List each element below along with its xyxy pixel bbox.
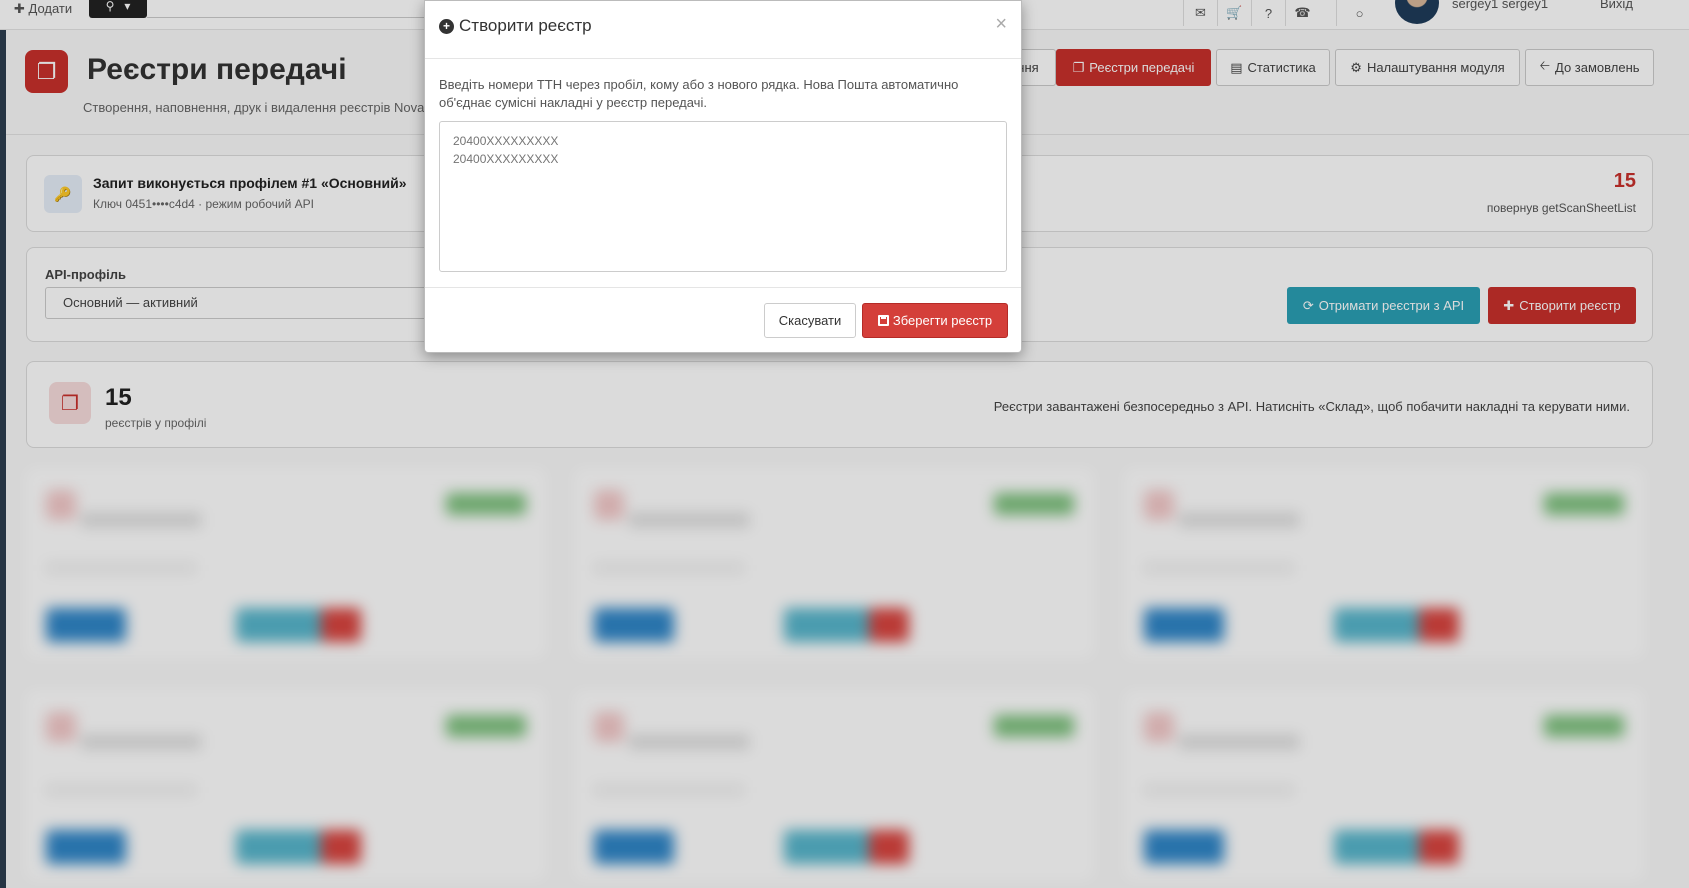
- modal-footer-divider: [425, 287, 1021, 288]
- modal-header: + Створити реєстр ×: [425, 1, 1021, 59]
- modal-title: + Створити реєстр: [439, 16, 592, 36]
- modal-help-text: Введіть номери ТТН через пробіл, кому аб…: [439, 77, 959, 110]
- modal-title-text: Створити реєстр: [459, 16, 592, 35]
- save-registry-label: Зберегти реєстр: [892, 313, 993, 328]
- close-icon[interactable]: ×: [995, 13, 1007, 36]
- ttn-numbers-textarea[interactable]: [439, 121, 1007, 272]
- save-icon: [877, 315, 889, 326]
- save-registry-button[interactable]: Зберегти реєстр: [862, 303, 1008, 338]
- cancel-button[interactable]: Скасувати: [764, 303, 856, 338]
- create-registry-modal: + Створити реєстр × Введіть номери ТТН ч…: [424, 0, 1022, 353]
- plus-circle-icon: +: [439, 18, 454, 34]
